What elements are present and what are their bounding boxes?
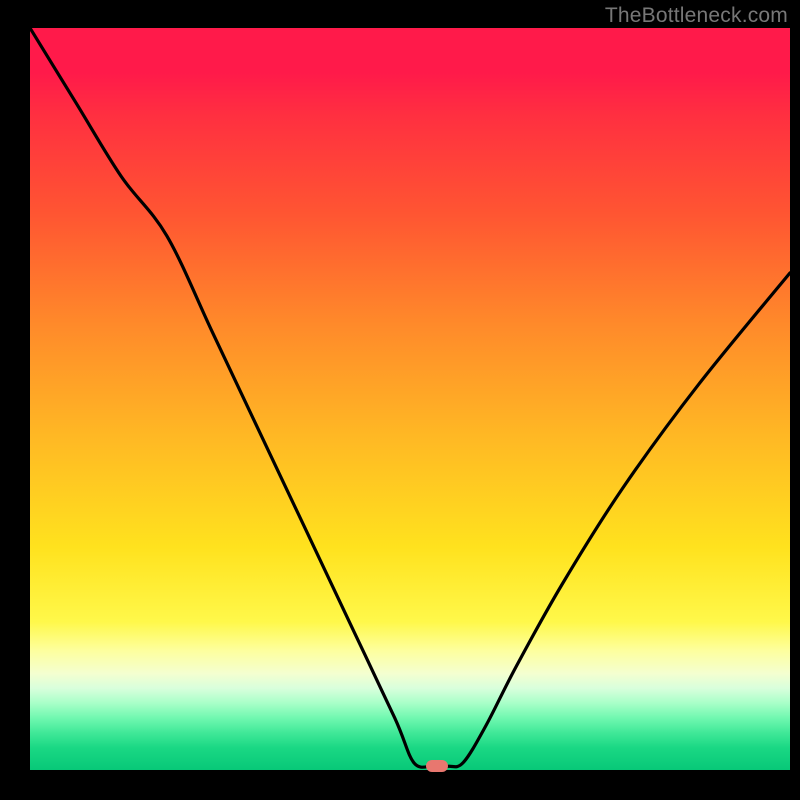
- chart-plot-area: [30, 28, 790, 770]
- optimum-marker: [426, 760, 448, 772]
- watermark-text: TheBottleneck.com: [605, 4, 788, 28]
- chart-frame: [10, 28, 790, 790]
- curve-path: [30, 28, 790, 767]
- bottleneck-curve: [30, 28, 790, 770]
